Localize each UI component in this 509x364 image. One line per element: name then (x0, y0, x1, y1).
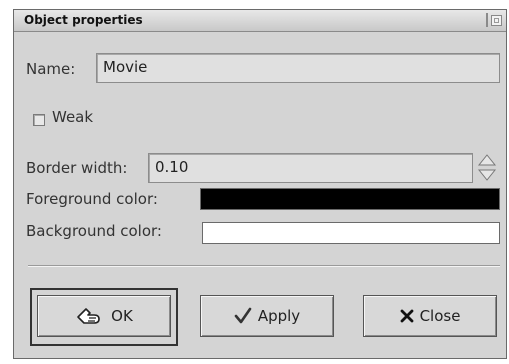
background-color-label: Background color: (26, 222, 162, 240)
name-input[interactable]: Movie (96, 53, 500, 83)
ok-button-label: OK (111, 307, 133, 325)
close-button[interactable]: Close (363, 295, 497, 337)
weak-checkbox[interactable] (33, 114, 45, 126)
separator (28, 265, 500, 267)
border-width-label: Border width: (26, 159, 128, 177)
titlebar-grip-icon (486, 13, 488, 27)
background-color-swatch[interactable] (202, 222, 500, 244)
maximize-window-icon[interactable] (491, 14, 502, 26)
weak-label: Weak (52, 108, 94, 126)
border-width-input[interactable]: 0.10 (148, 153, 473, 183)
foreground-color-label: Foreground color: (26, 190, 158, 208)
border-width-spinner[interactable] (477, 153, 497, 183)
checkmark-icon (234, 307, 252, 325)
window-title: Object properties (24, 13, 143, 27)
close-button-label: Close (419, 307, 461, 325)
title-bar[interactable]: Object properties (14, 10, 506, 32)
x-close-icon (400, 309, 414, 323)
foreground-color-swatch[interactable] (200, 188, 500, 210)
window-controls (478, 12, 502, 28)
spinner-arrows-icon (477, 154, 497, 181)
name-label: Name: (26, 60, 76, 78)
ok-button[interactable]: OK (37, 295, 171, 337)
hand-pointer-icon (75, 305, 105, 327)
object-properties-dialog: Object properties Name: Movie Weak Borde… (13, 9, 507, 359)
apply-button[interactable]: Apply (200, 295, 334, 337)
apply-button-label: Apply (257, 307, 301, 325)
